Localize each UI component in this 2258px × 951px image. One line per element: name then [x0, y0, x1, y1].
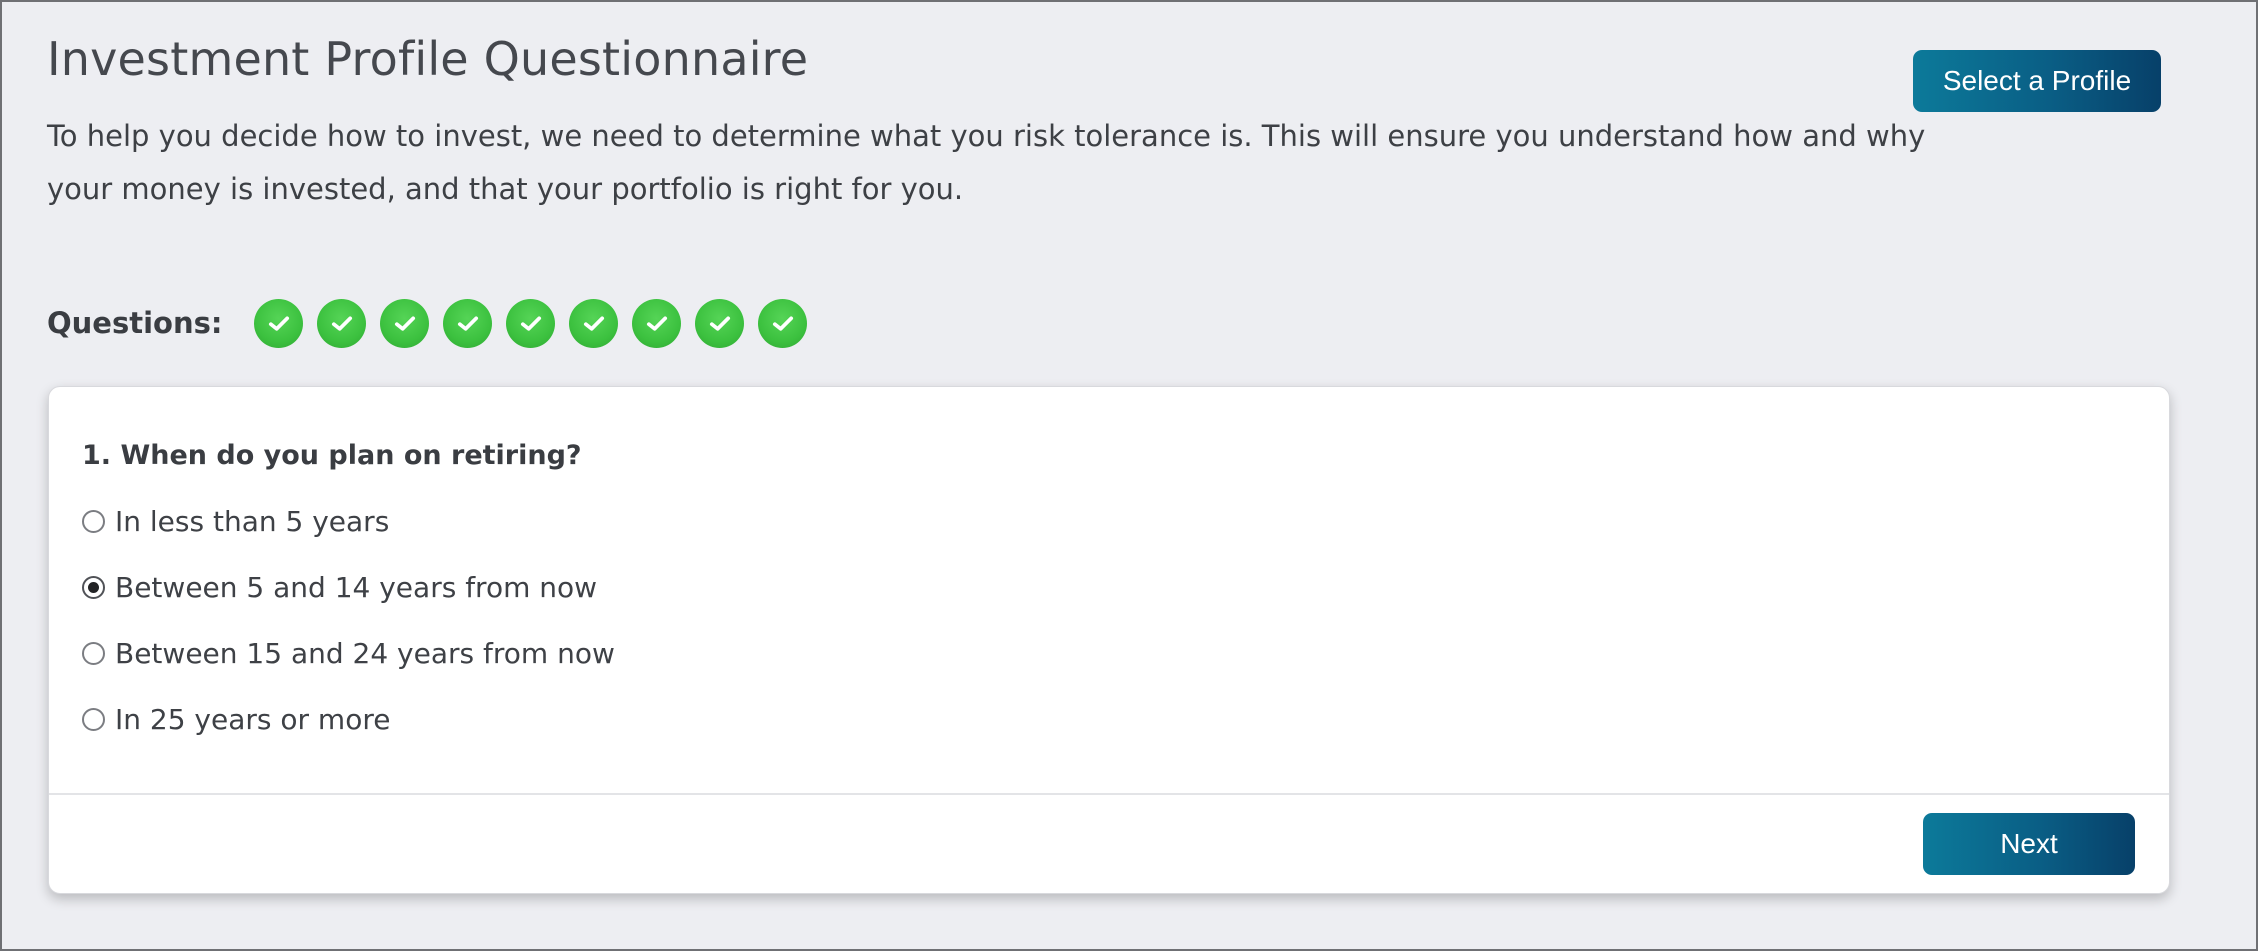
checkmark-icon — [268, 316, 290, 331]
question-text: 1. When do you plan on retiring? — [82, 440, 582, 471]
question-dot-1[interactable] — [254, 298, 304, 348]
questions-label: Questions: — [47, 306, 223, 340]
question-dot-2[interactable] — [317, 298, 367, 348]
card-divider — [49, 793, 2169, 795]
question-dot-5[interactable] — [506, 298, 556, 348]
question-dot-4[interactable] — [443, 298, 493, 348]
option-label: In less than 5 years — [115, 504, 390, 538]
option-less-than-5-years[interactable]: In less than 5 years — [82, 501, 389, 541]
select-profile-button[interactable]: Select a Profile — [1913, 50, 2161, 112]
checkmark-icon — [772, 316, 794, 331]
intro-text: To help you decide how to invest, we nee… — [47, 119, 1926, 206]
checkmark-icon — [583, 316, 605, 331]
checkmark-icon — [457, 316, 479, 331]
question-dot-3[interactable] — [380, 298, 430, 348]
page-title: Investment Profile Questionnaire — [47, 32, 809, 86]
question-dot-9[interactable] — [758, 298, 808, 348]
questionnaire-page: Investment Profile Questionnaire To help… — [0, 0, 2258, 951]
checkmark-icon — [394, 316, 416, 331]
option-5-to-14-years[interactable]: Between 5 and 14 years from now — [82, 567, 597, 607]
question-dot-7[interactable] — [632, 298, 682, 348]
radio-button-selected[interactable] — [82, 575, 105, 599]
option-15-to-24-years[interactable]: Between 15 and 24 years from now — [82, 633, 615, 673]
question-dots — [254, 298, 821, 348]
radio-button[interactable] — [82, 707, 105, 731]
radio-button[interactable] — [82, 509, 105, 533]
checkmark-icon — [646, 316, 668, 331]
questions-progress: Questions: — [47, 298, 821, 348]
question-dot-6[interactable] — [569, 298, 619, 348]
question-dot-8[interactable] — [695, 298, 745, 348]
checkmark-icon — [331, 316, 353, 331]
checkmark-icon — [520, 316, 542, 331]
checkmark-icon — [709, 316, 731, 331]
option-label: In 25 years or more — [115, 702, 391, 736]
radio-button[interactable] — [82, 641, 105, 665]
next-button[interactable]: Next — [1923, 813, 2135, 875]
option-25-years-or-more[interactable]: In 25 years or more — [82, 699, 390, 739]
option-label: Between 15 and 24 years from now — [115, 636, 615, 670]
question-card: 1. When do you plan on retiring? In less… — [48, 386, 2170, 894]
option-label: Between 5 and 14 years from now — [115, 570, 598, 604]
